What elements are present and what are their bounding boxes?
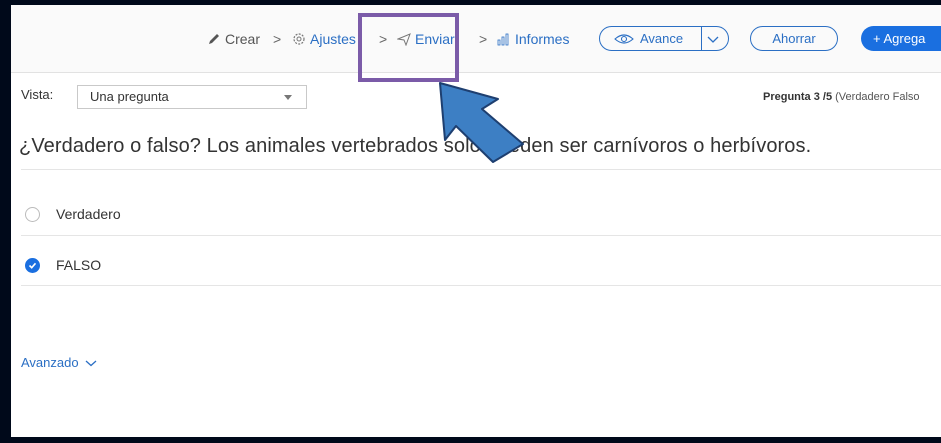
breadcrumb-ajustes[interactable]: Ajustes xyxy=(292,31,356,47)
check-icon xyxy=(28,262,37,269)
top-toolbar: Crear > Ajustes > Enviar > Informes Avan… xyxy=(11,5,941,73)
view-select-value: Una pregunta xyxy=(90,89,169,104)
divider xyxy=(21,235,941,236)
radio-checked-icon[interactable] xyxy=(25,257,40,273)
avanzado-label: Avanzado xyxy=(21,355,79,370)
gear-icon xyxy=(293,33,305,45)
chevron-down-icon[interactable] xyxy=(706,34,720,44)
question-number: Pregunta 3 /5 xyxy=(763,91,833,103)
view-label: Vista: xyxy=(21,87,54,102)
app-frame: Crear > Ajustes > Enviar > Informes Avan… xyxy=(11,5,941,437)
breadcrumb-crear[interactable]: Crear xyxy=(207,31,260,47)
option-label: Verdadero xyxy=(56,206,121,222)
avanzado-toggle[interactable]: Avanzado xyxy=(21,355,97,370)
split-divider xyxy=(701,27,702,50)
option-verdadero[interactable]: Verdadero xyxy=(25,206,121,222)
question-text: ¿Verdadero o falso? Los animales vertebr… xyxy=(19,135,812,157)
radio-unchecked-icon[interactable] xyxy=(25,206,40,222)
breadcrumb-separator: > xyxy=(479,31,488,47)
question-counter: Pregunta 3 /5 (Verdadero Falso xyxy=(763,91,920,103)
option-falso[interactable]: FALSO xyxy=(25,257,101,273)
caret-down-icon xyxy=(284,95,292,100)
avance-button[interactable]: Avance xyxy=(599,26,729,51)
question-type: (Verdadero Falso xyxy=(835,91,920,103)
ahorrar-button[interactable]: Ahorrar xyxy=(750,26,838,51)
breadcrumb-separator: > xyxy=(273,31,282,47)
pencil-icon xyxy=(209,34,219,44)
divider xyxy=(21,285,941,286)
view-select[interactable]: Una pregunta xyxy=(77,85,307,109)
breadcrumb-crear-label: Crear xyxy=(225,31,261,47)
agregar-label: + Agrega xyxy=(873,31,926,46)
option-label: FALSO xyxy=(56,257,102,273)
annotation-highlight-box xyxy=(358,13,459,82)
ahorrar-label: Ahorrar xyxy=(772,31,816,46)
agregar-button[interactable]: + Agrega xyxy=(861,26,941,51)
bar-chart-icon xyxy=(497,33,509,46)
chevron-down-icon xyxy=(85,360,97,366)
breadcrumb-informes-label: Informes xyxy=(515,31,570,47)
breadcrumb-ajustes-label: Ajustes xyxy=(310,31,356,47)
eye-icon xyxy=(614,33,634,44)
avance-label: Avance xyxy=(640,31,684,46)
breadcrumb-informes[interactable]: Informes xyxy=(497,31,569,47)
divider xyxy=(21,169,941,170)
